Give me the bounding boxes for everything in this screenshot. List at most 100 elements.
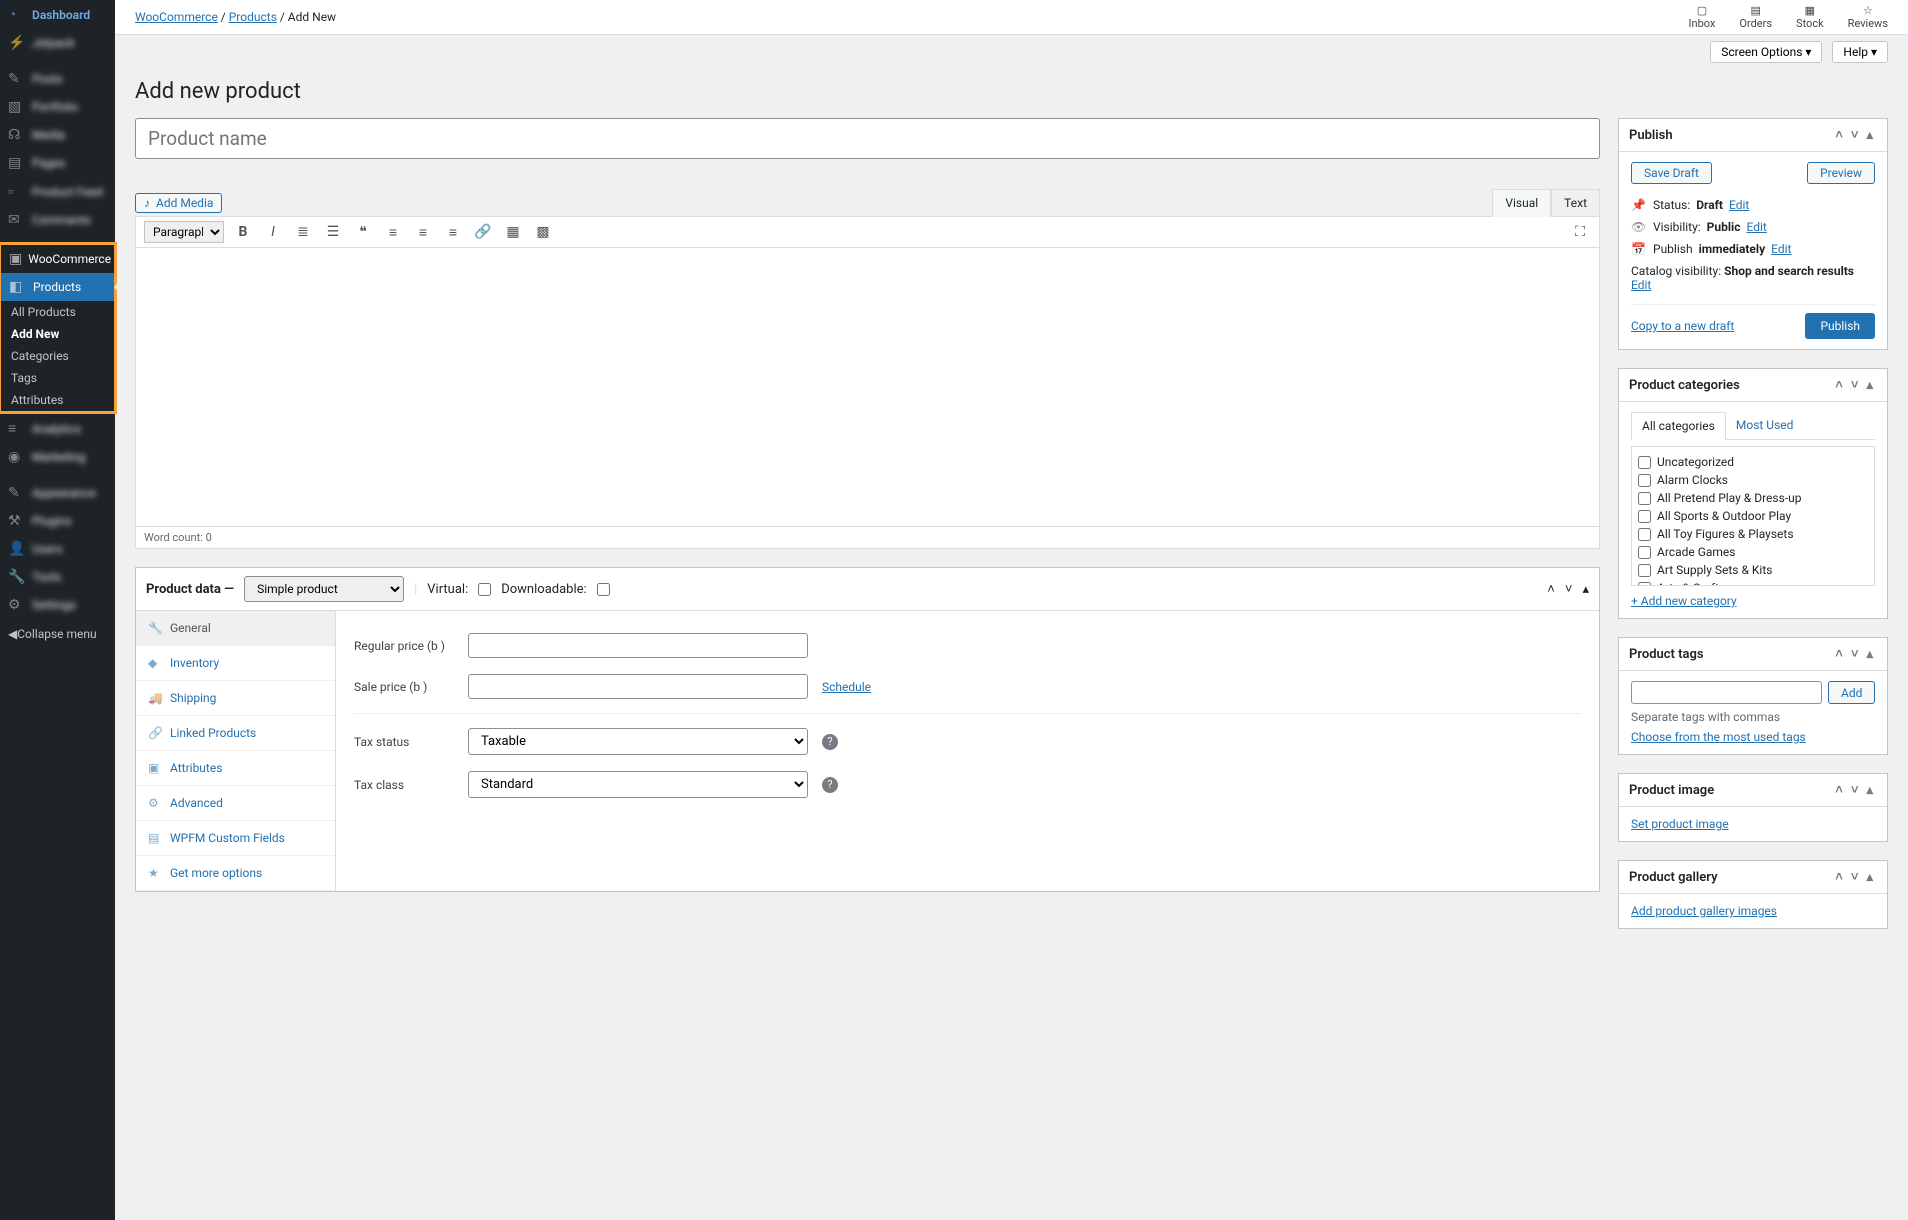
preview-button[interactable]: Preview — [1807, 162, 1875, 184]
pdata-tab-inventory[interactable]: ◆Inventory — [136, 646, 335, 681]
sidebar-item[interactable]: ≡Analytics — [0, 414, 115, 443]
align-left-icon[interactable]: ≡ — [382, 221, 404, 243]
pdata-tab-attributes[interactable]: ▣Attributes — [136, 751, 335, 786]
sidebar-sub-all-products[interactable]: All Products — [1, 301, 114, 323]
sidebar-sub-categories[interactable]: Categories — [1, 345, 114, 367]
category-checkbox[interactable] — [1638, 564, 1651, 577]
pdata-tab-more[interactable]: ★Get more options — [136, 856, 335, 891]
save-draft-button[interactable]: Save Draft — [1631, 162, 1712, 184]
sidebar-item-woocommerce[interactable]: ▣ WooCommerce — [1, 245, 114, 273]
schedule-link[interactable]: Schedule — [822, 680, 871, 694]
edit-visibility-link[interactable]: Edit — [1746, 220, 1766, 234]
downloadable-checkbox[interactable] — [597, 583, 610, 596]
regular-price-input[interactable] — [468, 633, 808, 658]
tax-class-select[interactable]: Standard — [468, 771, 808, 798]
edit-publish-link[interactable]: Edit — [1771, 242, 1791, 256]
sidebar-item[interactable]: 👤Users — [0, 535, 115, 563]
sidebar-sub-tags[interactable]: Tags — [1, 367, 114, 389]
cat-tab-used[interactable]: Most Used — [1726, 412, 1804, 440]
breadcrumb-link[interactable]: WooCommerce — [135, 10, 218, 24]
sidebar-item[interactable]: ⚙Settings — [0, 591, 115, 619]
category-checkbox[interactable] — [1638, 456, 1651, 469]
topbar-inbox[interactable]: ▢Inbox — [1689, 4, 1716, 30]
sidebar-sub-attributes[interactable]: Attributes — [1, 389, 114, 411]
link-icon[interactable]: 🔗 — [472, 221, 494, 243]
pdata-tab-general[interactable]: 🔧General — [136, 611, 335, 646]
edit-status-link[interactable]: Edit — [1729, 198, 1749, 212]
sidebar-item[interactable]: ✎Appearance — [0, 479, 115, 507]
sidebar-item[interactable]: ▫Product Feed — [0, 177, 115, 206]
align-right-icon[interactable]: ≡ — [442, 221, 464, 243]
editor-tab-visual[interactable]: Visual — [1492, 189, 1551, 217]
sidebar-item[interactable]: ▧Portfolio — [0, 93, 115, 121]
chevron-down-icon[interactable]: ˅ — [1565, 581, 1573, 597]
screen-options-button[interactable]: Screen Options ▾ — [1710, 41, 1822, 63]
italic-icon[interactable]: I — [262, 221, 284, 243]
pdata-tab-shipping[interactable]: 🚚Shipping — [136, 681, 335, 716]
chevron-down-icon[interactable]: ˅ — [1847, 127, 1863, 143]
sidebar-item[interactable]: ▤Pages — [0, 149, 115, 177]
sale-price-input[interactable] — [468, 674, 808, 699]
publish-button[interactable]: Publish — [1805, 313, 1875, 339]
sidebar-item-products[interactable]: ◧ Products — [1, 273, 114, 301]
triangle-up-icon[interactable]: ▴ — [1862, 378, 1877, 393]
sidebar-item[interactable]: 🔧Tools — [0, 563, 115, 591]
editor-body[interactable] — [135, 247, 1600, 527]
copy-draft-link[interactable]: Copy to a new draft — [1631, 319, 1734, 333]
add-category-link[interactable]: + Add new category — [1631, 594, 1737, 608]
breadcrumb-link[interactable]: Products — [229, 10, 277, 24]
number-list-icon[interactable]: ☰ — [322, 221, 344, 243]
topbar-stock[interactable]: ▦Stock — [1796, 4, 1824, 30]
help-icon[interactable]: ? — [822, 777, 838, 793]
sidebar-item[interactable]: ✎Posts — [0, 65, 115, 93]
category-checkbox[interactable] — [1638, 510, 1651, 523]
align-center-icon[interactable]: ≡ — [412, 221, 434, 243]
chevron-up-icon[interactable]: ˄ — [1831, 646, 1847, 662]
add-tag-button[interactable]: Add — [1828, 681, 1875, 704]
tag-input[interactable] — [1631, 681, 1822, 704]
pdata-tab-linked[interactable]: 🔗Linked Products — [136, 716, 335, 751]
sidebar-sub-add-new[interactable]: Add New — [1, 323, 114, 345]
topbar-orders[interactable]: ▤Orders — [1739, 4, 1772, 30]
choose-tags-link[interactable]: Choose from the most used tags — [1631, 730, 1806, 744]
sidebar-item[interactable]: ☊Media — [0, 121, 115, 149]
toolbar-toggle-icon[interactable]: ▩ — [532, 221, 554, 243]
product-name-input[interactable] — [135, 118, 1600, 159]
chevron-down-icon[interactable]: ˅ — [1847, 869, 1863, 885]
chevron-up-icon[interactable]: ˄ — [1831, 127, 1847, 143]
bullet-list-icon[interactable]: ≣ — [292, 221, 314, 243]
more-icon[interactable]: ▦ — [502, 221, 524, 243]
sidebar-item-dashboard[interactable]: ◔ Dashboard — [0, 0, 115, 29]
category-checkbox[interactable] — [1638, 492, 1651, 505]
bold-icon[interactable]: B — [232, 221, 254, 243]
chevron-down-icon[interactable]: ˅ — [1847, 782, 1863, 798]
pdata-tab-wpfm[interactable]: ▤WPFM Custom Fields — [136, 821, 335, 856]
triangle-up-icon[interactable]: ▴ — [1862, 647, 1877, 662]
triangle-up-icon[interactable]: ▴ — [1862, 128, 1877, 143]
paragraph-select[interactable]: Paragraph — [144, 221, 224, 243]
add-media-button[interactable]: ♪ Add Media — [135, 193, 222, 213]
chevron-up-icon[interactable]: ˄ — [1831, 869, 1847, 885]
sidebar-item[interactable]: ✉Comments — [0, 206, 115, 234]
add-gallery-link[interactable]: Add product gallery images — [1631, 904, 1777, 918]
set-image-link[interactable]: Set product image — [1631, 817, 1729, 831]
quote-icon[interactable]: ❝ — [352, 221, 374, 243]
category-checkbox[interactable] — [1638, 528, 1651, 541]
category-checkbox[interactable] — [1638, 582, 1651, 587]
product-type-select[interactable]: Simple product — [244, 576, 404, 602]
chevron-up-icon[interactable]: ˄ — [1547, 581, 1555, 597]
collapse-menu[interactable]: ◀ Collapse menu — [0, 619, 115, 649]
editor-tab-text[interactable]: Text — [1551, 189, 1600, 216]
category-checkbox[interactable] — [1638, 546, 1651, 559]
sidebar-item[interactable]: ⚒Plugins — [0, 507, 115, 535]
chevron-up-icon[interactable]: ˄ — [1831, 782, 1847, 798]
category-list[interactable]: Uncategorized Alarm Clocks All Pretend P… — [1631, 446, 1875, 586]
fullscreen-icon[interactable]: ⛶ — [1569, 221, 1591, 243]
chevron-up-icon[interactable]: ˄ — [1831, 377, 1847, 393]
pdata-tab-advanced[interactable]: ⚙Advanced — [136, 786, 335, 821]
help-icon[interactable]: ? — [822, 734, 838, 750]
cat-tab-all[interactable]: All categories — [1631, 412, 1726, 440]
triangle-up-icon[interactable]: ▴ — [1862, 870, 1877, 885]
sidebar-item[interactable]: ◉Marketing — [0, 443, 115, 471]
tax-status-select[interactable]: Taxable — [468, 728, 808, 755]
